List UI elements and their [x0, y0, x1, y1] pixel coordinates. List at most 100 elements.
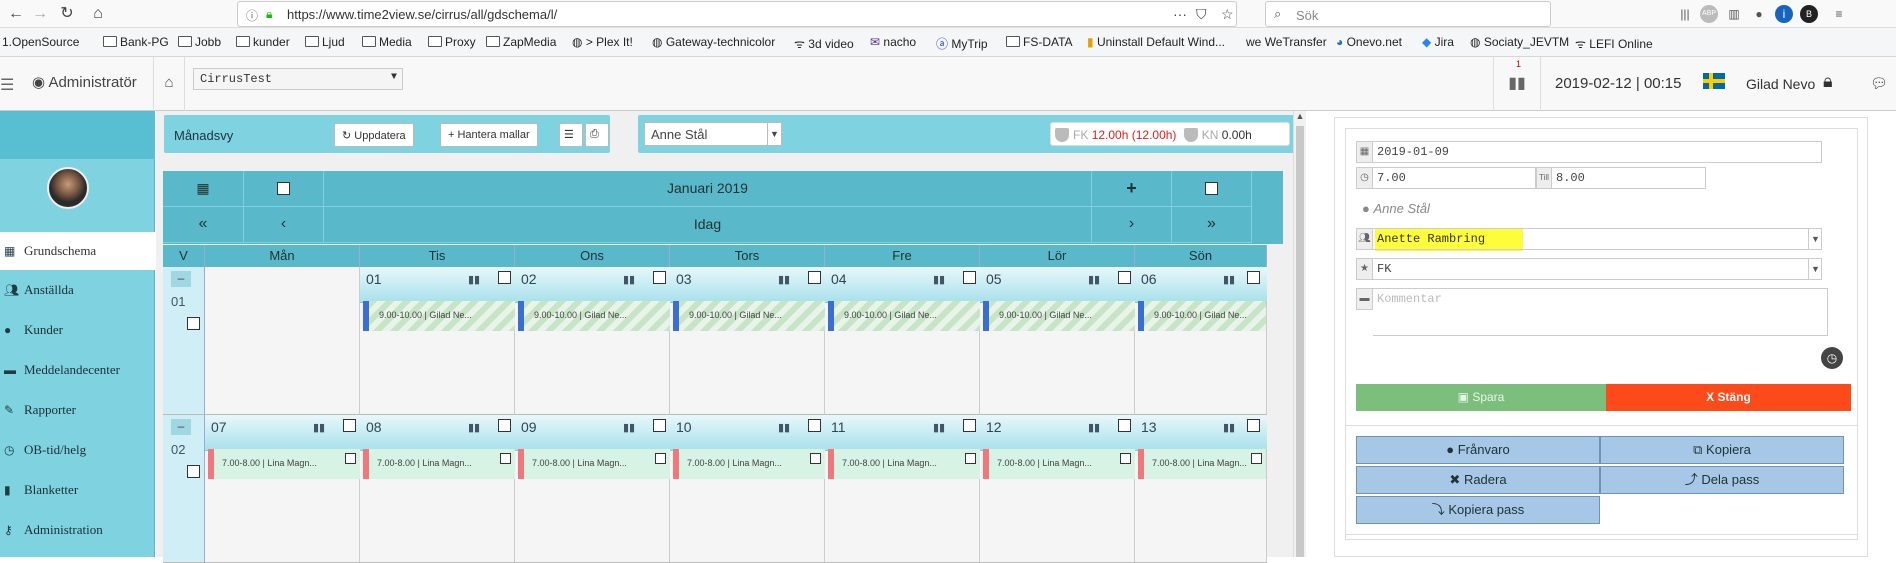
search-bar[interactable]: ⌕ Sök	[1265, 1, 1551, 27]
day-checkbox[interactable]	[808, 271, 821, 284]
shift-checkbox[interactable]	[655, 453, 666, 464]
checkbox[interactable]	[1205, 182, 1218, 195]
day-cell[interactable]: 06 ▮▮ 9.00-10.00 | Gilad Ne...	[1135, 267, 1267, 415]
bar-chart-icon[interactable]: ▮▮	[933, 421, 945, 434]
sidebar-item-grundschema[interactable]: ▦ Grundschema	[0, 232, 155, 270]
abp-icon[interactable]: ABP	[1700, 5, 1718, 23]
comment-field[interactable]: ▬ Kommentar	[1356, 288, 1828, 336]
user-name[interactable]: Gilad Nevo	[1746, 76, 1815, 92]
scroll-up-icon[interactable]: ▲	[1294, 111, 1306, 125]
bookmark-item[interactable]: ◍ > Plex It!	[572, 35, 633, 49]
info-icon[interactable]: ⓘ	[246, 7, 258, 24]
list-view-button[interactable]: ☰	[559, 123, 583, 147]
day-checkbox[interactable]	[1118, 271, 1131, 284]
next-month-button[interactable]: ›	[1092, 207, 1172, 243]
bar-chart-icon[interactable]: ▮▮	[1088, 273, 1100, 286]
day-cell[interactable]: 11 ▮▮ 7.00-8.00 | Lina Magn...	[825, 415, 980, 563]
shift-block[interactable]: 9.00-10.00 | Gilad Ne...	[673, 301, 825, 331]
shift-block[interactable]: 9.00-10.00 | Gilad Ne...	[363, 301, 515, 331]
reload-icon[interactable]: ↻	[57, 4, 77, 24]
bookmark-item[interactable]: ᯤ 3d video	[794, 35, 854, 52]
calendar-icon-button[interactable]: ▦	[163, 171, 244, 207]
week-checkbox[interactable]	[187, 465, 200, 478]
bookmark-item[interactable]: ◍ Sociaty_JEVTM	[1470, 35, 1569, 49]
person-select[interactable]: Anne Stål ▼	[644, 122, 782, 146]
hamburger-icon[interactable]: ☰	[0, 75, 14, 95]
day-checkbox[interactable]	[498, 419, 511, 432]
url-text[interactable]: https://www.time2view.se/cirrus/all/gdsc…	[287, 7, 557, 22]
shift-block[interactable]: 7.00-8.00 | Lina Magn...	[828, 449, 980, 479]
select-checkbox[interactable]	[1172, 171, 1252, 207]
back-icon[interactable]: ←	[6, 4, 26, 24]
day-checkbox[interactable]	[1247, 419, 1260, 432]
bookmark-item[interactable]: ◍ Gateway-technicolor	[652, 35, 775, 49]
week-checkbox[interactable]	[187, 317, 200, 330]
day-cell[interactable]: 02 ▮▮ 9.00-10.00 | Gilad Ne...	[515, 267, 670, 415]
day-checkbox[interactable]	[963, 271, 976, 284]
brand[interactable]: ◉ Administratör	[32, 73, 137, 91]
avatar[interactable]	[47, 167, 89, 209]
delete-button[interactable]: ✖ Radera	[1356, 466, 1600, 494]
bookmark-item[interactable]: ᯤ LEFI Online	[1575, 35, 1653, 52]
bookmark-folder[interactable]: ZapMedia	[486, 35, 556, 49]
shift-checkbox[interactable]	[500, 453, 511, 464]
bar-chart-icon[interactable]: ▮▮	[778, 273, 790, 286]
day-cell[interactable]: 10 ▮▮ 7.00-8.00 | Lina Magn...	[670, 415, 825, 563]
shift-checkbox[interactable]	[965, 453, 976, 464]
day-cell[interactable]: 09 ▮▮ 7.00-8.00 | Lina Magn...	[515, 415, 670, 563]
forward-icon[interactable]: →	[30, 4, 50, 24]
day-cell[interactable]: 08 ▮▮ 7.00-8.00 | Lina Magn...	[360, 415, 515, 563]
lock-icon[interactable]: 🔒︎	[1823, 71, 1833, 92]
day-cell[interactable]: 04 ▮▮ 9.00-10.00 | Gilad Ne...	[825, 267, 980, 415]
chat-icon[interactable]: 💬︎	[1870, 75, 1888, 92]
sidebar-item-administration[interactable]: ⚷ Administration	[0, 511, 155, 549]
to-time-field[interactable]: Till 8.00	[1536, 167, 1706, 189]
shift-checkbox[interactable]	[1251, 453, 1262, 464]
day-checkbox[interactable]	[653, 419, 666, 432]
menu-icon[interactable]: ≡	[1830, 5, 1848, 23]
absence-button[interactable]: ● Frånvaro	[1356, 436, 1600, 464]
shift-block[interactable]: 7.00-8.00 | Lina Magn...	[208, 449, 360, 479]
bookmark-folder[interactable]: Media	[362, 35, 412, 49]
shift-block[interactable]: 7.00-8.00 | Lina Magn...	[673, 449, 825, 479]
pocket-icon[interactable]: ⛉	[1196, 6, 1207, 23]
bookmark-folder[interactable]: Jobb	[178, 35, 221, 49]
shift-block[interactable]: 7.00-8.00 | Lina Magn...	[363, 449, 515, 479]
swedish-flag-icon[interactable]	[1703, 73, 1725, 89]
library-icon[interactable]: |||	[1676, 5, 1694, 23]
sidebar-item-anstallda[interactable]: 👥︎ Anställda	[0, 271, 155, 309]
add-button[interactable]: +	[1092, 171, 1172, 207]
day-cell[interactable]	[205, 267, 360, 415]
day-checkbox[interactable]	[963, 419, 976, 432]
day-cell[interactable]: 07 ▮▮ 7.00-8.00 | Lina Magn...	[205, 415, 360, 563]
day-checkbox[interactable]	[1247, 271, 1260, 284]
day-checkbox[interactable]	[1118, 419, 1131, 432]
shift-block[interactable]: 7.00-8.00 | Lina Magn...	[1138, 449, 1266, 479]
shift-block[interactable]: 7.00-8.00 | Lina Magn...	[518, 449, 670, 479]
print-button[interactable]: ⎙	[585, 123, 609, 147]
today-button[interactable]: Idag	[324, 207, 1092, 243]
bookmark-item[interactable]: ◆ Jira	[1422, 35, 1454, 49]
bar-chart-icon[interactable]: ▮▮	[1223, 273, 1235, 286]
day-cell[interactable]: 03 ▮▮ 9.00-10.00 | Gilad Ne...	[670, 267, 825, 415]
day-checkbox[interactable]	[808, 419, 821, 432]
shift-checkbox[interactable]	[345, 453, 356, 464]
day-checkbox[interactable]	[653, 271, 666, 284]
bookmark-folder[interactable]: Bank-PG	[103, 35, 169, 49]
scroll-thumb[interactable]	[1296, 126, 1304, 557]
bar-chart-icon[interactable]: ▮▮	[313, 421, 325, 434]
bar-chart-icon[interactable]: ▮▮	[468, 421, 480, 434]
shift-checkbox[interactable]	[810, 453, 821, 464]
shift-block[interactable]: 9.00-10.00 | Gilad Ne...	[1138, 301, 1266, 331]
bookmark-item[interactable]: 1.OpenSource	[2, 35, 79, 49]
bar-chart-icon[interactable]: ▮▮	[778, 421, 790, 434]
bar-chart-icon[interactable]: ▮▮	[1088, 421, 1100, 434]
extension-icon[interactable]: ●	[1750, 5, 1768, 23]
day-cell[interactable]: 12 ▮▮ 7.00-8.00 | Lina Magn...	[980, 415, 1135, 563]
bookmark-item[interactable]: ▮ Uninstall Default Wind...	[1087, 35, 1225, 49]
day-cell[interactable]: 05 ▮▮ 9.00-10.00 | Gilad Ne...	[980, 267, 1135, 415]
day-checkbox[interactable]	[343, 419, 356, 432]
refresh-button[interactable]: ↻ Uppdatera	[334, 123, 414, 147]
bar-chart-icon[interactable]: ▮▮	[623, 421, 635, 434]
bookmark-item[interactable]: ⓐ MyTrip	[936, 35, 988, 52]
